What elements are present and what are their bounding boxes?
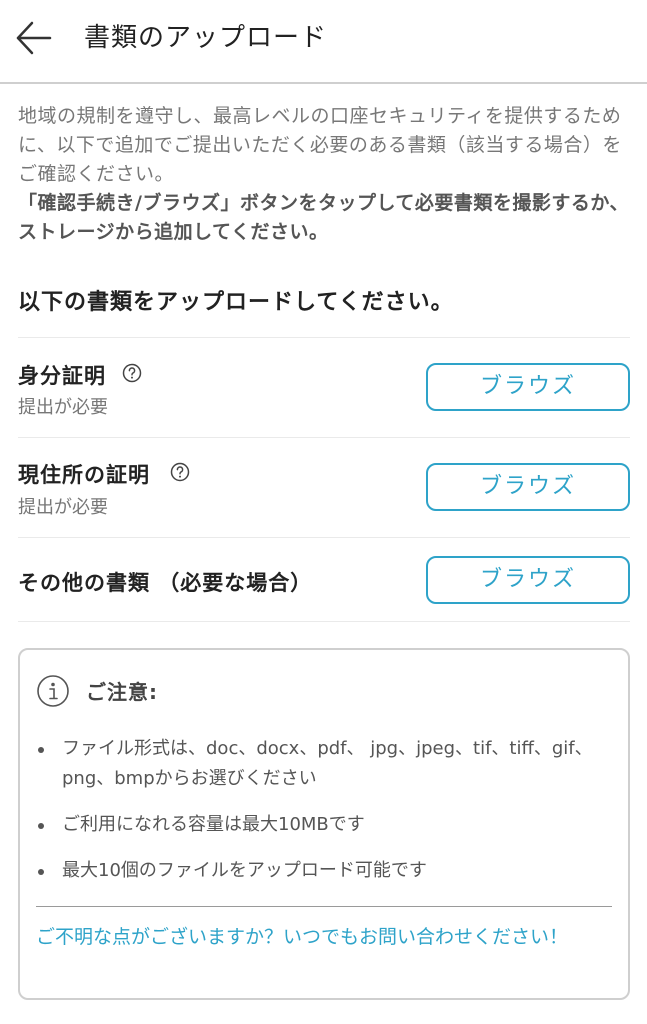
intro-text: 地域の規制を遵守し、最高レベルの口座セキュリティを提供するために、以下で追加でご… (18, 105, 622, 185)
list-item: 最大10個のファイルをアップロード可能です (36, 856, 606, 886)
list-item: ご利用になれる容量は最大10MBです (36, 810, 606, 840)
intro-description: 地域の規制を遵守し、最高レベルの口座セキュリティを提供するために、以下で追加でご… (18, 102, 630, 247)
doc-status-address: 提出が必要 (18, 497, 108, 518)
doc-status-identity: 提出が必要 (18, 397, 108, 418)
divider (18, 537, 630, 538)
browse-button-other[interactable]: ブラウズ (426, 556, 630, 604)
intro-instruction: 「確認手続き/ブラウズ」ボタンをタップして必要書類を撮影するか、ストレージから追… (18, 192, 629, 243)
list-item: ファイル形式は、doc、docx、pdf、 jpg、jpeg、tif、tiff、… (36, 734, 606, 794)
browse-button-identity[interactable]: ブラウズ (426, 363, 630, 411)
notice-list: ファイル形式は、doc、docx、pdf、 jpg、jpeg、tif、tiff、… (36, 734, 606, 902)
help-icon[interactable] (170, 462, 190, 482)
doc-name-identity: 身分証明 (18, 364, 106, 388)
notice-title: ご注意: (86, 680, 158, 704)
page-title: 書類のアップロード (84, 23, 328, 53)
back-arrow-icon[interactable] (12, 16, 56, 60)
notice-box: ご注意: ファイル形式は、doc、docx、pdf、 jpg、jpeg、tif、… (18, 648, 630, 1000)
upload-section-title: 以下の書類をアップロードしてください。 (18, 290, 454, 315)
doc-name-other: その他の書類 （必要な場合） (18, 571, 313, 595)
doc-name-address: 現住所の証明 (18, 463, 150, 487)
notice-divider (36, 906, 612, 907)
divider (18, 337, 630, 338)
divider (18, 437, 630, 438)
contact-us-link[interactable]: ご不明な点がございますか？いつでもお問い合わせください！ (36, 922, 592, 953)
info-icon (36, 674, 70, 708)
browse-button-address[interactable]: ブラウズ (426, 463, 630, 511)
app-header: 書類のアップロード (0, 0, 647, 84)
help-icon[interactable] (122, 363, 142, 383)
divider (18, 621, 630, 622)
